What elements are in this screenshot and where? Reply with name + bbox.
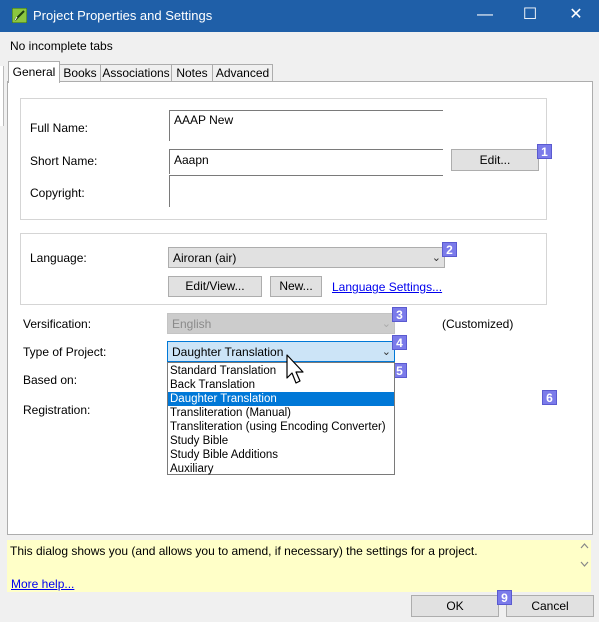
badge-2: 2	[442, 242, 457, 257]
copyright-field[interactable]	[169, 175, 443, 207]
badge-6: 6	[542, 390, 557, 405]
tab-notes[interactable]: Notes	[171, 64, 213, 82]
full-name-label: Full Name:	[30, 121, 89, 135]
short-name-label: Short Name:	[30, 154, 98, 168]
dropdown-option-auxiliary[interactable]: Auxiliary	[168, 462, 394, 476]
badge-1: 1	[537, 144, 552, 159]
background-window-edge	[0, 66, 4, 126]
tab-associations[interactable]: Associations	[100, 64, 172, 82]
full-name-value: AAAP New	[174, 113, 234, 127]
dropdown-option-study-bible[interactable]: Study Bible	[168, 434, 394, 448]
badge-4: 4	[392, 335, 407, 350]
help-scroll-arrows[interactable]	[578, 540, 591, 572]
language-settings-link[interactable]: Language Settings...	[332, 280, 442, 294]
badge-9: 9	[497, 590, 512, 605]
chevron-down-icon: ⌄	[381, 318, 391, 330]
language-value: Airoran (air)	[173, 251, 237, 265]
dropdown-option-back-translation[interactable]: Back Translation	[168, 378, 394, 392]
versification-customized-note: (Customized)	[442, 317, 514, 331]
mouse-pointer-icon	[286, 354, 304, 384]
chevron-down-icon: ⌄	[431, 252, 441, 264]
dropdown-option-transliteration-manual[interactable]: Transliteration (Manual)	[168, 406, 394, 420]
new-language-button[interactable]: New...	[270, 276, 322, 297]
ok-button[interactable]: OK	[411, 595, 499, 617]
close-button[interactable]: ✕	[553, 0, 599, 32]
dropdown-option-daughter-translation[interactable]: Daughter Translation	[168, 392, 394, 406]
help-text: This dialog shows you (and allows you to…	[10, 544, 478, 558]
language-label: Language:	[30, 251, 87, 265]
more-help-link[interactable]: More help...	[11, 577, 74, 591]
versification-value: English	[172, 317, 212, 331]
registration-label: Registration:	[23, 403, 91, 417]
window-title: Project Properties and Settings	[33, 8, 213, 23]
tab-general[interactable]: General	[8, 61, 60, 83]
versification-label: Versification:	[23, 317, 92, 331]
based-on-label: Based on:	[23, 373, 78, 387]
minimize-button[interactable]: —	[462, 0, 508, 32]
short-name-value: Aaapn	[174, 153, 209, 167]
versification-combo: English ⌄	[167, 313, 395, 334]
incomplete-tabs-status: No incomplete tabs	[10, 39, 113, 53]
cancel-button[interactable]: Cancel	[506, 595, 594, 617]
app-icon	[12, 8, 27, 23]
maximize-button[interactable]: ☐	[507, 0, 553, 32]
badge-3: 3	[392, 307, 407, 322]
type-of-project-value: Daughter Translation	[172, 345, 284, 359]
edit-view-language-button[interactable]: Edit/View...	[168, 276, 262, 297]
title-bar[interactable]: Project Properties and Settings — ☐ ✕	[0, 0, 599, 32]
dropdown-option-standard-translation[interactable]: Standard Translation	[168, 364, 394, 378]
language-combo[interactable]: Airoran (air) ⌄	[168, 247, 445, 268]
edit-short-name-button[interactable]: Edit...	[451, 149, 539, 171]
dropdown-option-transliteration-encoding[interactable]: Transliteration (using Encoding Converte…	[168, 420, 394, 434]
tab-advanced[interactable]: Advanced	[212, 64, 273, 82]
tab-books[interactable]: Books	[59, 64, 101, 82]
chevron-down-icon: ⌄	[381, 346, 391, 358]
short-name-field[interactable]: Aaapn	[169, 149, 443, 174]
project-type-dropdown-list[interactable]: Standard Translation Back Translation Da…	[167, 362, 395, 475]
dropdown-option-study-bible-additions[interactable]: Study Bible Additions	[168, 448, 394, 462]
full-name-field[interactable]: AAAP New	[169, 110, 443, 141]
copyright-label: Copyright:	[30, 186, 85, 200]
type-of-project-label: Type of Project:	[23, 345, 107, 359]
type-of-project-combo[interactable]: Daughter Translation ⌄	[167, 341, 395, 362]
